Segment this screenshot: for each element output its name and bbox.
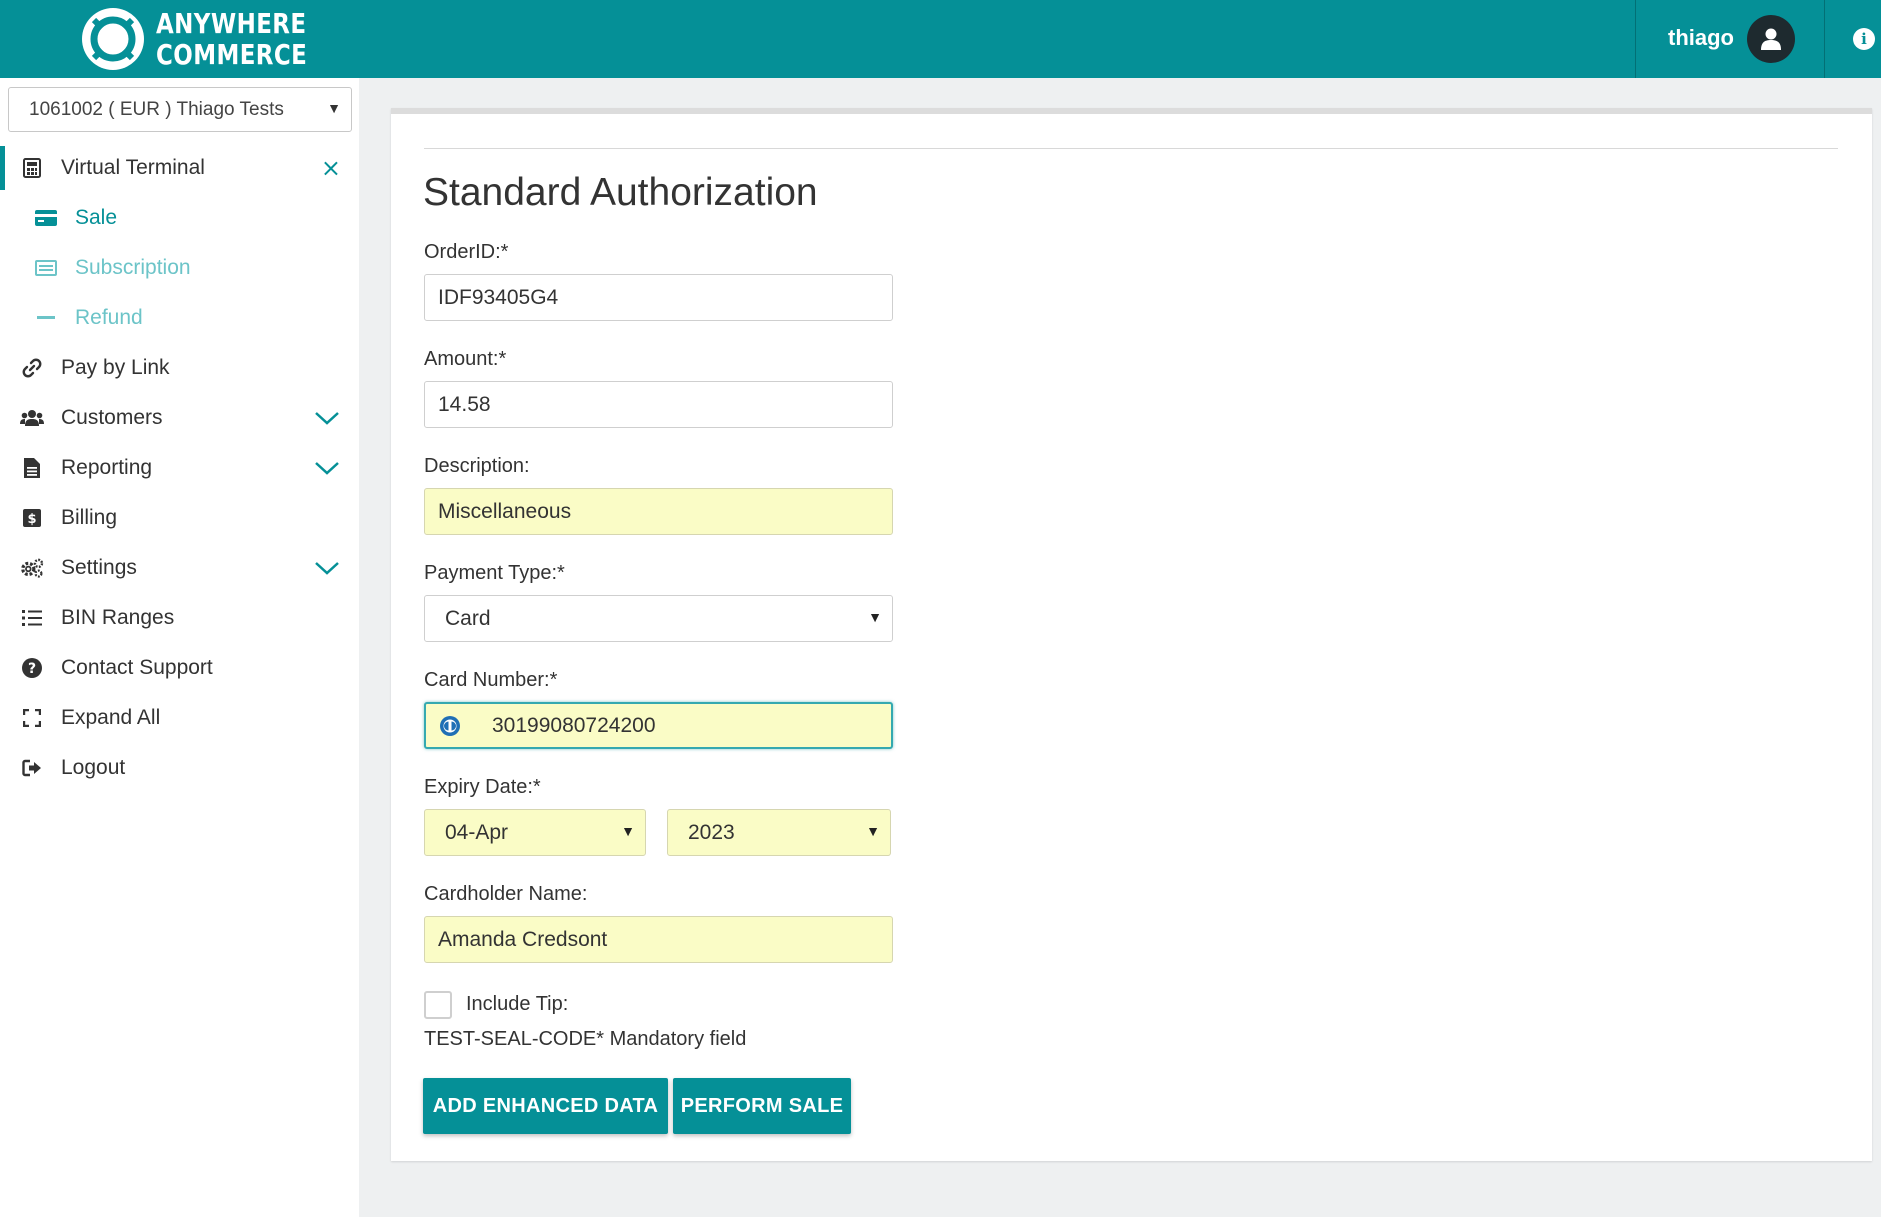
sidebar-item-label: Logout bbox=[61, 756, 126, 779]
calculator-icon bbox=[20, 156, 44, 180]
sidebar-subitem-refund[interactable]: Refund bbox=[0, 294, 359, 342]
brand-line-1: ANYWHERE bbox=[156, 7, 307, 40]
sidebar-subitem-subscription[interactable]: Subscription bbox=[0, 244, 359, 292]
expiry-year-value: 2023 bbox=[688, 820, 735, 844]
expiry-date-label: Expiry Date:* bbox=[424, 776, 541, 798]
page-title: Standard Authorization bbox=[423, 171, 818, 214]
sidebar-item-virtual-terminal[interactable]: Virtual Terminal × bbox=[0, 144, 359, 192]
description-input[interactable]: Miscellaneous bbox=[424, 488, 893, 535]
svg-text:$: $ bbox=[27, 512, 36, 527]
sidebar-item-label: Settings bbox=[61, 556, 137, 579]
expand-icon bbox=[20, 706, 44, 730]
payment-type-select[interactable]: Card ▼ bbox=[424, 595, 893, 642]
include-tip-checkbox[interactable] bbox=[424, 991, 452, 1019]
svg-text:?: ? bbox=[28, 661, 36, 677]
link-icon bbox=[20, 356, 44, 380]
perform-sale-button[interactable]: PERFORM SALE bbox=[673, 1078, 851, 1134]
close-icon[interactable]: × bbox=[321, 154, 341, 182]
logo-icon bbox=[82, 8, 144, 70]
authorization-card: Standard Authorization OrderID:* IDF9340… bbox=[391, 108, 1872, 1161]
sidebar-item-label: Expand All bbox=[61, 706, 161, 729]
sidebar-item-reporting[interactable]: Reporting bbox=[0, 444, 359, 492]
sidebar-item-label: Billing bbox=[61, 506, 118, 529]
sidebar-item-billing[interactable]: $ Billing bbox=[0, 494, 359, 542]
cardholder-name-input[interactable]: Amanda Credsont bbox=[424, 916, 893, 963]
sidebar-item-customers[interactable]: Customers bbox=[0, 394, 359, 442]
sidebar-item-logout[interactable]: Logout bbox=[0, 744, 359, 792]
sidebar-subitem-sale[interactable]: Sale bbox=[0, 194, 359, 242]
add-enhanced-data-button[interactable]: ADD ENHANCED DATA bbox=[423, 1078, 668, 1134]
amount-input[interactable]: 14.58 bbox=[424, 381, 893, 428]
card-number-label: Card Number:* bbox=[424, 669, 558, 691]
sidebar-item-label: Pay by Link bbox=[61, 356, 170, 379]
brand-logo[interactable]: ANYWHERE COMMERCE bbox=[80, 6, 340, 72]
description-value: Miscellaneous bbox=[438, 499, 572, 523]
sidebar: 1061002 ( EUR ) Thiago Tests ▼ Virtual T… bbox=[0, 78, 359, 1217]
payment-type-label: Payment Type:* bbox=[424, 562, 565, 584]
question-circle-icon: ? bbox=[20, 656, 44, 680]
sidebar-subitem-label: Sale bbox=[75, 206, 118, 229]
order-id-input[interactable]: IDF93405G4 bbox=[424, 274, 893, 321]
description-label: Description: bbox=[424, 455, 530, 477]
diners-club-icon bbox=[440, 716, 460, 736]
order-id-value: IDF93405G4 bbox=[438, 285, 559, 309]
header-divider bbox=[1824, 0, 1825, 78]
dollar-icon: $ bbox=[20, 506, 44, 530]
chevron-down-icon[interactable] bbox=[313, 558, 341, 578]
payment-type-value: Card bbox=[445, 606, 491, 630]
sidebar-item-label: Contact Support bbox=[61, 656, 213, 679]
user-avatar[interactable] bbox=[1747, 15, 1795, 63]
brand-line-2: COMMERCE bbox=[156, 38, 308, 71]
card-number-value: 30199080724200 bbox=[492, 713, 656, 737]
sidebar-item-label: Customers bbox=[61, 406, 163, 429]
cardholder-name-value: Amanda Credsont bbox=[438, 927, 608, 951]
sidebar-item-contact-support[interactable]: ? Contact Support bbox=[0, 644, 359, 692]
order-id-label: OrderID:* bbox=[424, 241, 509, 263]
brand-name: ANYWHERE COMMERCE bbox=[156, 8, 307, 70]
list-icon bbox=[20, 606, 44, 630]
expiry-month-value: 04-Apr bbox=[445, 820, 509, 844]
receipt-icon bbox=[34, 256, 58, 280]
divider bbox=[424, 148, 1838, 149]
chevron-down-icon[interactable] bbox=[313, 408, 341, 428]
sidebar-item-settings[interactable]: Settings bbox=[0, 544, 359, 592]
user-icon bbox=[1761, 28, 1781, 50]
caret-down-icon: ▼ bbox=[866, 823, 880, 839]
chevron-down-icon[interactable] bbox=[313, 458, 341, 478]
sidebar-item-label: Reporting bbox=[61, 456, 153, 479]
gears-icon bbox=[20, 556, 44, 580]
file-icon bbox=[20, 456, 44, 480]
caret-down-icon: ▼ bbox=[327, 100, 341, 116]
header-divider bbox=[1635, 0, 1636, 78]
caret-down-icon: ▼ bbox=[868, 609, 882, 625]
include-tip-label: Include Tip: bbox=[466, 993, 569, 1015]
sidebar-item-expand-all[interactable]: Expand All bbox=[0, 694, 359, 742]
sidebar-item-label: Virtual Terminal bbox=[61, 156, 205, 179]
minus-icon bbox=[34, 306, 58, 330]
caret-down-icon: ▼ bbox=[621, 823, 635, 839]
amount-value: 14.58 bbox=[438, 392, 491, 416]
mandatory-field-note: TEST-SEAL-CODE* Mandatory field bbox=[424, 1028, 747, 1050]
info-icon[interactable]: i bbox=[1853, 28, 1875, 50]
username[interactable]: thiago bbox=[1668, 25, 1734, 51]
amount-label: Amount:* bbox=[424, 348, 507, 370]
sidebar-item-pay-by-link[interactable]: Pay by Link bbox=[0, 344, 359, 392]
sign-out-icon bbox=[20, 756, 44, 780]
sidebar-item-label: BIN Ranges bbox=[61, 606, 175, 629]
sidebar-subitem-label: Refund bbox=[75, 306, 143, 329]
cardholder-name-label: Cardholder Name: bbox=[424, 883, 588, 905]
sidebar-item-bin-ranges[interactable]: BIN Ranges bbox=[0, 594, 359, 642]
merchant-select[interactable]: 1061002 ( EUR ) Thiago Tests ▼ bbox=[8, 87, 352, 132]
merchant-select-value: 1061002 ( EUR ) Thiago Tests bbox=[29, 98, 284, 120]
card-number-input[interactable]: 30199080724200 bbox=[424, 702, 893, 749]
expiry-month-select[interactable]: 04-Apr ▼ bbox=[424, 809, 646, 856]
sidebar-subitem-label: Subscription bbox=[75, 256, 191, 279]
users-icon bbox=[20, 406, 44, 430]
credit-card-icon bbox=[34, 206, 58, 230]
top-bar: ANYWHERE COMMERCE thiago i bbox=[0, 0, 1881, 78]
expiry-year-select[interactable]: 2023 ▼ bbox=[667, 809, 891, 856]
